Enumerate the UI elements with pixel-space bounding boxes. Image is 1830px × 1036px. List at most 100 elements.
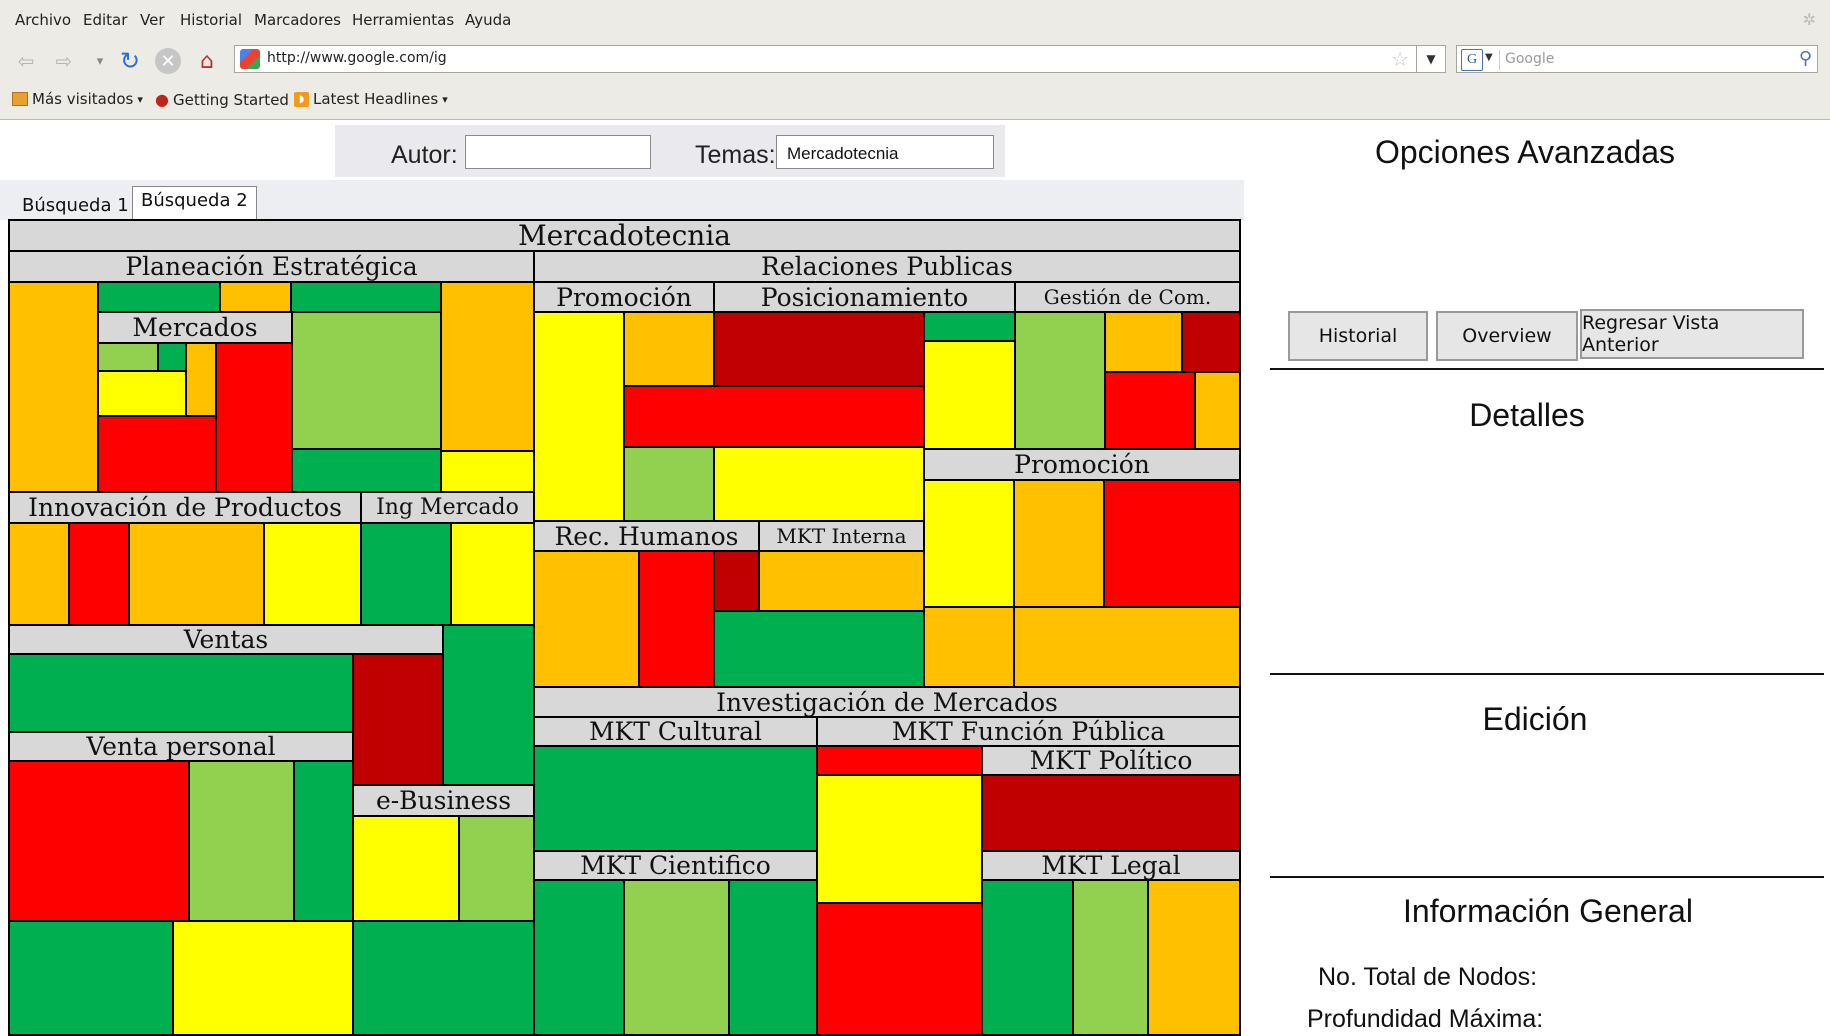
menu-marcadores[interactable]: Marcadores — [254, 11, 341, 29]
treemap-cell[interactable] — [188, 760, 295, 922]
treemap-cell[interactable] — [157, 342, 187, 372]
bookmark-mas-visitados[interactable]: Más visitados ▾ — [12, 90, 143, 108]
node-relaciones-publicas[interactable]: Relaciones Publicas — [533, 250, 1241, 283]
engine-dropdown-icon[interactable]: ▼ — [1485, 52, 1493, 63]
treemap-cell[interactable] — [291, 448, 442, 493]
treemap-cell[interactable] — [1104, 311, 1183, 373]
treemap-root-label[interactable]: Mercadotecnia — [8, 219, 1241, 252]
stop-icon[interactable]: ✕ — [155, 48, 181, 74]
overview-button[interactable]: Overview — [1436, 311, 1578, 361]
url-bar[interactable]: http://www.google.com/ig ☆ ▼ — [234, 45, 1446, 73]
node-planeacion-estrategica[interactable]: Planeación Estratégica — [8, 250, 535, 283]
bookmark-star-icon[interactable]: ☆ — [1391, 47, 1409, 71]
node-investigacion-de-mercados[interactable]: Investigación de Mercados — [533, 686, 1241, 718]
autor-input[interactable] — [465, 135, 651, 169]
treemap-cell[interactable] — [713, 610, 925, 688]
treemap-cell[interactable] — [623, 446, 715, 522]
treemap-cell[interactable] — [533, 745, 818, 852]
treemap-cell[interactable] — [442, 624, 535, 786]
menu-editar[interactable]: Editar — [83, 11, 127, 29]
treemap-cell[interactable] — [8, 281, 99, 493]
treemap-cell[interactable] — [440, 281, 535, 452]
treemap-cell[interactable] — [533, 550, 640, 688]
node-mkt-cultural[interactable]: MKT Cultural — [533, 716, 818, 747]
treemap-cell[interactable] — [1013, 606, 1241, 688]
node-mkt-cientifico[interactable]: MKT Cientifico — [533, 850, 818, 881]
treemap-cell[interactable] — [816, 774, 983, 904]
treemap-cell[interactable] — [1147, 879, 1241, 1036]
treemap-cell[interactable] — [68, 522, 130, 626]
search-icon[interactable]: ⚲ — [1799, 48, 1812, 69]
node-promocion[interactable]: Promoción — [533, 281, 715, 313]
treemap-cell[interactable] — [533, 879, 625, 1036]
treemap-cell[interactable] — [360, 522, 452, 626]
treemap-cell[interactable] — [352, 920, 535, 1036]
home-icon[interactable]: ⌂ — [193, 47, 221, 75]
treemap-cell[interactable] — [215, 342, 293, 493]
treemap-cell[interactable] — [97, 342, 159, 372]
historial-button[interactable]: Historial — [1288, 311, 1428, 361]
node-ventas[interactable]: Ventas — [8, 624, 444, 655]
treemap-cell[interactable] — [293, 760, 354, 922]
treemap-cell[interactable] — [923, 340, 1016, 450]
treemap-cell[interactable] — [981, 879, 1074, 1036]
treemap-cell[interactable] — [638, 550, 715, 688]
treemap-cell[interactable] — [352, 815, 460, 922]
treemap-cell[interactable] — [219, 281, 292, 313]
treemap-cell[interactable] — [8, 920, 174, 1036]
treemap-cell[interactable] — [1103, 479, 1241, 608]
node-promocion-2[interactable]: Promoción — [923, 448, 1241, 481]
url-dropdown-icon[interactable]: ▼ — [1416, 46, 1445, 72]
treemap-cell[interactable] — [458, 815, 535, 922]
history-dropdown-icon[interactable]: ▾ — [86, 47, 114, 75]
treemap-cell[interactable] — [923, 606, 1015, 688]
back-icon[interactable]: ⇦ — [12, 47, 40, 75]
treemap-cell[interactable] — [758, 550, 925, 612]
treemap-cell[interactable] — [291, 311, 442, 450]
treemap-cell[interactable] — [263, 522, 362, 626]
treemap-cell[interactable] — [1072, 879, 1149, 1036]
treemap-cell[interactable] — [8, 653, 354, 733]
treemap-cell[interactable] — [713, 550, 760, 612]
treemap-cell[interactable] — [97, 370, 187, 417]
treemap-cell[interactable] — [713, 446, 925, 522]
treemap-cell[interactable] — [8, 522, 70, 626]
treemap-cell[interactable] — [981, 774, 1241, 852]
treemap-cell[interactable] — [1194, 371, 1241, 450]
treemap-cell[interactable] — [1181, 311, 1241, 373]
treemap-cell[interactable] — [713, 311, 925, 387]
temas-input[interactable]: Mercadotecnia — [776, 135, 994, 169]
treemap-cell[interactable] — [97, 281, 221, 313]
treemap-cell[interactable] — [128, 522, 265, 626]
treemap-cell[interactable] — [172, 920, 354, 1036]
treemap-cell[interactable] — [1104, 371, 1196, 450]
treemap-cell[interactable] — [8, 760, 190, 922]
node-ing-mercado[interactable]: Ing Mercado — [360, 491, 535, 524]
reload-icon[interactable]: ↻ — [116, 47, 144, 75]
treemap-cell[interactable] — [440, 450, 535, 493]
node-e-business[interactable]: e-Business — [352, 784, 535, 817]
node-gestion-de-com[interactable]: Gestión de Com. — [1014, 281, 1241, 313]
treemap-cell[interactable] — [97, 415, 217, 493]
treemap-cell[interactable] — [816, 902, 983, 1036]
menu-archivo[interactable]: Archivo — [15, 11, 71, 29]
node-mkt-legal[interactable]: MKT Legal — [981, 850, 1241, 881]
treemap-cell[interactable] — [623, 879, 730, 1036]
treemap-cell[interactable] — [533, 311, 625, 522]
treemap-cell[interactable] — [1013, 479, 1105, 608]
menu-herramientas[interactable]: Herramientas — [352, 11, 454, 29]
treemap-cell[interactable] — [923, 479, 1015, 608]
treemap-cell[interactable] — [290, 281, 442, 313]
bookmark-getting-started[interactable]: ● Getting Started — [155, 90, 289, 109]
treemap-cell[interactable] — [185, 342, 217, 417]
tab-busqueda-2[interactable]: Búsqueda 2 — [132, 186, 257, 220]
treemap-cell[interactable] — [816, 745, 983, 776]
treemap-cell[interactable] — [728, 879, 818, 1036]
node-posicionamiento[interactable]: Posicionamiento — [713, 281, 1016, 313]
menu-ver[interactable]: Ver — [140, 11, 165, 29]
node-rec-humanos[interactable]: Rec. Humanos — [533, 520, 760, 552]
bookmark-latest-headlines[interactable]: ◗ Latest Headlines ▾ — [294, 90, 448, 108]
treemap-cell[interactable] — [923, 311, 1016, 342]
search-bar[interactable]: G ▼ Google ⚲ — [1456, 45, 1818, 73]
treemap-cell[interactable] — [623, 311, 715, 387]
